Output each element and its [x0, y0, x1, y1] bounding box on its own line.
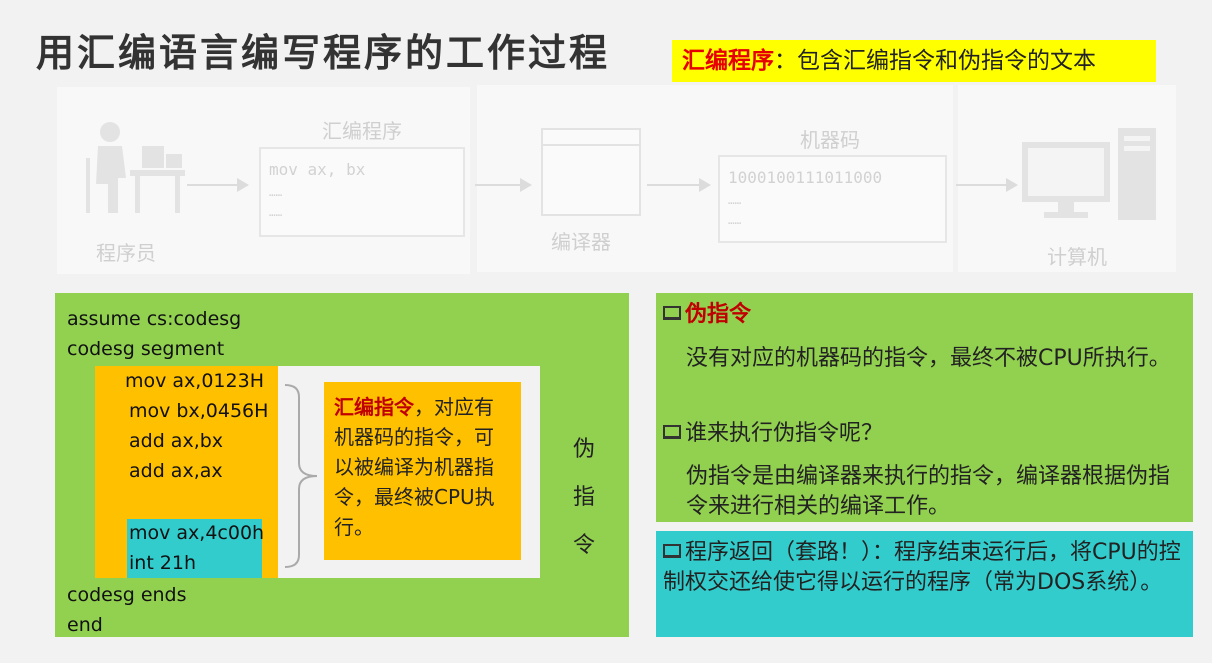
asm-code-line: …… — [269, 206, 283, 219]
code-footer: codesg ends end — [67, 580, 187, 640]
code-line: add ax,bx — [129, 430, 224, 452]
code-line: add ax,ax — [129, 460, 223, 482]
pseudo-title-row: 伪指令 — [663, 300, 751, 330]
computer-icon — [1022, 128, 1156, 220]
compiler-label: 编译器 — [551, 230, 611, 254]
pseudo-label-char: 令 — [573, 533, 596, 558]
machine-code-line: …… — [728, 194, 742, 207]
laptop-icon — [663, 544, 681, 558]
programmer-label: 程序员 — [96, 241, 156, 265]
machine-code-label: 机器码 — [800, 128, 860, 152]
arrow-asm-to-compiler — [475, 178, 532, 192]
code-line: codesg ends — [67, 584, 187, 606]
definition-term: 汇编程序 — [682, 48, 774, 74]
code-line: mov ax,0123H — [125, 370, 264, 392]
asm-code-line: mov ax, bx — [269, 160, 366, 179]
laptop-icon — [663, 306, 681, 320]
definition-box: 汇编程序：包含汇编指令和伪指令的文本 — [672, 40, 1156, 82]
laptop-icon — [663, 425, 681, 439]
asm-note-term: 汇编指令 — [334, 395, 414, 419]
question-text: 谁来执行伪指令呢？ — [685, 421, 884, 446]
machine-code-box: 1000100111011000 …… …… — [718, 155, 947, 243]
machine-code-line: …… — [728, 214, 742, 227]
arrow-compiler-to-machine — [647, 178, 711, 192]
return-row: 程序返回（套路！）：程序结束运行后，将CPU的控制权交还给使它得以运行的程序（常… — [663, 538, 1185, 598]
code-line: mov bx,0456H — [129, 400, 269, 422]
slide-title: 用汇编语言编写程序的工作过程 — [36, 30, 611, 75]
asm-instructions: mov ax,0123H mov bx,0456H add ax,bx add … — [125, 366, 268, 486]
code-header: assume cs:codesg codesg segment — [67, 304, 241, 364]
asm-note: 汇编指令，对应有机器码的指令，可以被编译为机器指令，最终被CPU执行。 — [324, 382, 521, 560]
programmer-icon — [86, 122, 185, 213]
return-instructions: mov ax,4c00h int 21h — [129, 518, 264, 578]
code-line: codesg segment — [67, 338, 225, 360]
arrow-machine-to-computer — [956, 178, 1018, 192]
pseudo-title: 伪指令 — [685, 302, 752, 327]
pseudo-description: 没有对应的机器码的指令，最终不被CPU所执行。 — [686, 346, 1171, 371]
arrow-programmer-to-asm — [187, 178, 249, 192]
pseudo-label-char: 指 — [573, 485, 596, 510]
pseudo-label: 伪 指 令 — [573, 426, 595, 570]
code-line: int 21h — [129, 552, 197, 574]
code-line: end — [67, 614, 103, 636]
machine-code-line: 1000100111011000 — [728, 168, 883, 187]
code-line: mov ax,4c00h — [129, 522, 265, 544]
code-line: assume cs:codesg — [67, 308, 242, 330]
question-row: 谁来执行伪指令呢？ — [663, 419, 883, 449]
asm-program-label: 汇编程序 — [322, 119, 402, 143]
computer-label: 计算机 — [1047, 245, 1107, 269]
brace — [284, 384, 318, 568]
asm-code-line: …… — [269, 186, 283, 199]
asm-code-box: mov ax, bx …… …… — [259, 147, 465, 237]
compiler-window-icon — [541, 128, 641, 216]
return-text: 程序返回（套路！）：程序结束运行后，将CPU的控制权交还给使它得以运行的程序（常… — [663, 540, 1181, 595]
answer-text: 伪指令是由编译器来执行的指令，编译器根据伪指令来进行相关的编译工作。 — [686, 464, 1171, 519]
pseudo-label-char: 伪 — [573, 437, 596, 462]
definition-text: ：包含汇编指令和伪指令的文本 — [774, 48, 1096, 74]
